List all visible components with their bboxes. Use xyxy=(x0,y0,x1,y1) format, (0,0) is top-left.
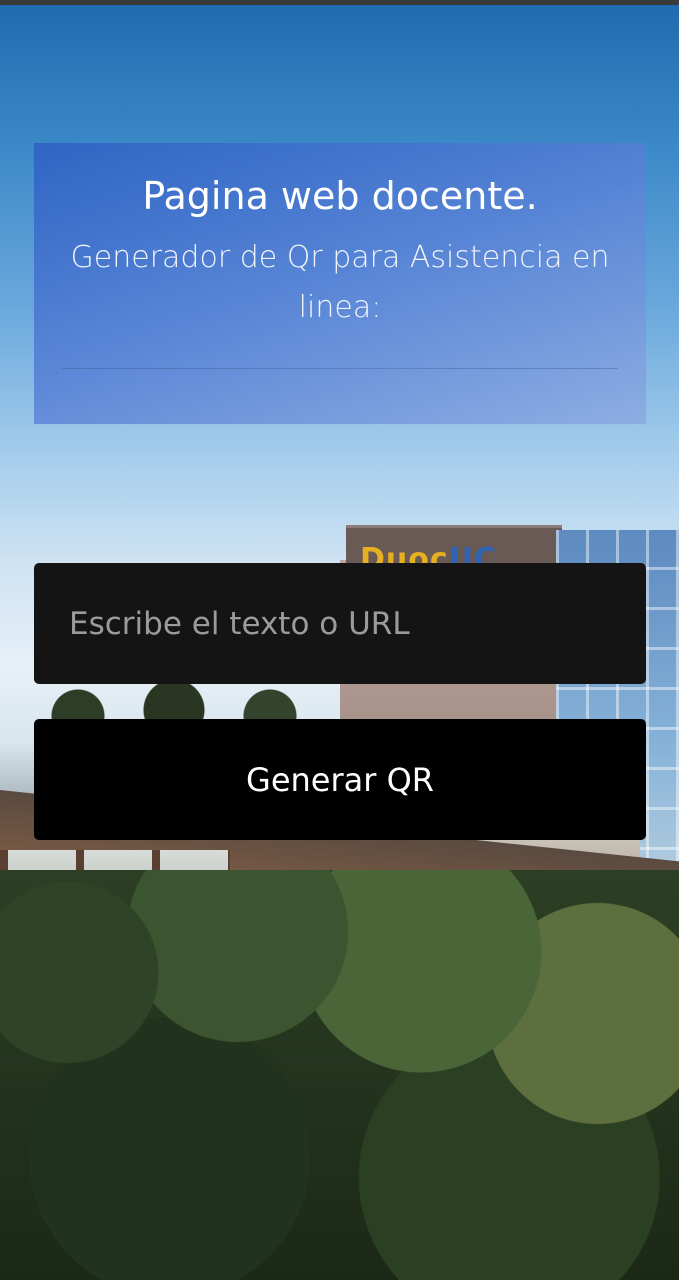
generate-qr-button[interactable]: Generar QR xyxy=(34,719,646,840)
page-subtitle: Generador de Qr para Asistencia en linea… xyxy=(70,240,610,325)
page-title: Pagina web docente. xyxy=(142,174,538,218)
text-url-input[interactable] xyxy=(34,563,646,684)
campus-sign: DuocUC xyxy=(346,525,562,568)
foreground-trees xyxy=(0,870,679,1280)
header-divider xyxy=(62,368,618,369)
header-card: Pagina web docente. Generador de Qr para… xyxy=(34,143,646,424)
page: DuocUC Pagina web docente. Generador de … xyxy=(0,0,679,1280)
